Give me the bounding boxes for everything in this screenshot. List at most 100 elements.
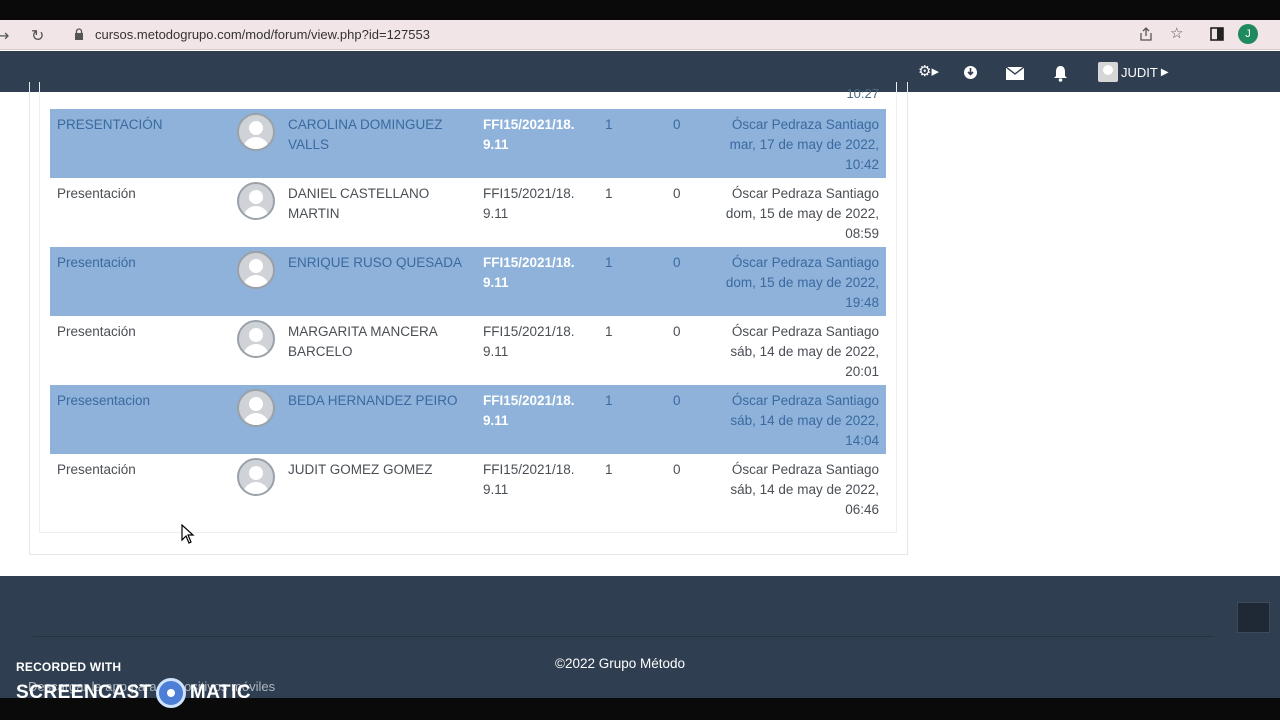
table-row[interactable]: Presesentacion BEDA HERNANDEZ PEIRO FFI15/… xyxy=(50,385,886,454)
avatar xyxy=(1098,62,1118,82)
table-row[interactable]: Presentación ENRIQUE RUSO QUESADA FFI15/20… xyxy=(50,247,886,316)
address-bar[interactable]: cursos.metodogrupo.com/mod/forum/view.ph… xyxy=(62,23,1212,47)
author-name-link[interactable]: MARGARITA MANCERA BARCELO xyxy=(288,322,468,362)
download-icon[interactable] xyxy=(963,65,978,80)
replies-count: 1 xyxy=(605,117,613,132)
last-post-date: sáb, 14 de may de 2022, xyxy=(730,413,879,428)
author-name-line1: CAROLINA DOMINGUEZ xyxy=(288,117,443,132)
author-name-line2: MARTIN xyxy=(288,206,340,221)
watermark-brand-a: SCREENCAST xyxy=(16,682,152,703)
replies-count: 1 xyxy=(605,255,613,270)
discussion-link[interactable]: Presentación xyxy=(57,253,136,273)
lock-icon xyxy=(75,28,83,40)
table-row[interactable]: PRESENTACIÓN CAROLINA DOMINGUEZ VALLS FFI15… xyxy=(50,109,886,178)
previous-row-time: 10:27 xyxy=(846,86,879,101)
group-cell: FFI15/2021/18. 9.11 xyxy=(483,184,583,224)
last-post-time: 10:42 xyxy=(845,157,879,172)
back-to-top-button[interactable] xyxy=(1237,602,1270,633)
group-line2: 9.11 xyxy=(483,137,509,152)
group-line1: FFI15/2021/18. xyxy=(483,117,575,132)
sidebar-icon[interactable] xyxy=(1210,27,1224,41)
author-name-line2: BARCELO xyxy=(288,344,353,359)
discussion-link[interactable]: Presentación xyxy=(57,184,136,204)
discussion-link[interactable]: PRESENTACIÓN xyxy=(57,115,163,135)
group-cell: FFI15/2021/18. 9.11 xyxy=(483,322,583,362)
author-avatar xyxy=(237,182,275,220)
last-post-cell[interactable]: Óscar Pedraza Santiago dom, 15 de may de … xyxy=(659,184,879,244)
last-post-time: 19:48 xyxy=(845,295,879,310)
discussion-link[interactable]: Presentación xyxy=(57,460,136,480)
gear-icon[interactable]: ⚙▸ xyxy=(918,62,939,80)
replies-count: 1 xyxy=(605,462,613,477)
last-post-author: Óscar Pedraza Santiago xyxy=(731,393,879,408)
recording-watermark: RECORDED WITH SCREENCAST MATIC xyxy=(16,660,251,708)
table-row[interactable]: Presentación DANIEL CASTELLANO MARTIN FFI15… xyxy=(50,178,886,247)
group-line1: FFI15/2021/18. xyxy=(483,393,575,408)
author-name-link[interactable]: ENRIQUE RUSO QUESADA xyxy=(288,253,468,273)
last-post-date: sáb, 14 de may de 2022, xyxy=(730,482,879,497)
last-post-cell[interactable]: Óscar Pedraza Santiago sáb, 14 de may de … xyxy=(659,322,879,382)
author-name-line1: DANIEL CASTELLANO xyxy=(288,186,430,201)
last-post-author: Óscar Pedraza Santiago xyxy=(731,462,879,477)
last-post-date: sáb, 14 de may de 2022, xyxy=(730,344,879,359)
author-name-line1: JUDIT GOMEZ GOMEZ xyxy=(288,462,433,477)
group-cell: FFI15/2021/18. 9.11 xyxy=(483,460,583,500)
last-post-cell[interactable]: Óscar Pedraza Santiago sáb, 14 de may de … xyxy=(659,460,879,520)
bell-icon[interactable] xyxy=(1053,65,1068,82)
replies-count: 1 xyxy=(605,393,613,408)
discussion-link[interactable]: Presentación xyxy=(57,322,136,342)
screen: → ↻ cursos.metodogrupo.com/mod/forum/vie… xyxy=(0,0,1280,720)
author-name-link[interactable]: BEDA HERNANDEZ PEIRO xyxy=(288,391,468,411)
mail-icon[interactable] xyxy=(1006,67,1024,80)
author-avatar xyxy=(237,389,275,427)
group-line1: FFI15/2021/18. xyxy=(483,324,575,339)
watermark-line1: RECORDED WITH xyxy=(16,660,122,674)
watermark-brand-b: MATIC xyxy=(189,682,252,703)
last-post-cell[interactable]: Óscar Pedraza Santiago dom, 15 de may de … xyxy=(659,253,879,313)
table-row[interactable]: Presentación MARGARITA MANCERA BARCELO FFI1… xyxy=(50,316,886,385)
last-post-time: 20:01 xyxy=(845,364,879,379)
profile-icon[interactable]: J xyxy=(1238,24,1258,44)
star-icon[interactable]: ☆ xyxy=(1170,24,1183,42)
group-line1: FFI15/2021/18. xyxy=(483,186,575,201)
author-name-link[interactable]: CAROLINA DOMINGUEZ VALLS xyxy=(288,115,468,155)
group-cell: FFI15/2021/18. 9.11 xyxy=(483,391,583,431)
last-post-time: 06:46 xyxy=(845,502,879,517)
record-icon xyxy=(155,678,186,708)
table-row[interactable]: Presentación JUDIT GOMEZ GOMEZ FFI15/2021/… xyxy=(50,454,886,523)
share-icon[interactable] xyxy=(1139,27,1153,41)
last-post-date: dom, 15 de may de 2022, xyxy=(725,275,879,290)
last-post-cell[interactable]: Óscar Pedraza Santiago mar, 17 de may de … xyxy=(659,115,879,175)
browser-toolbar: → ↻ cursos.metodogrupo.com/mod/forum/vie… xyxy=(0,20,1280,50)
back-arrow-icon[interactable]: → xyxy=(0,26,9,45)
watermark-line2: SCREENCAST MATIC xyxy=(16,678,251,708)
group-cell: FFI15/2021/18. 9.11 xyxy=(483,115,583,155)
author-name-link[interactable]: JUDIT GOMEZ GOMEZ xyxy=(288,460,468,480)
group-line2: 9.11 xyxy=(483,206,509,221)
last-post-author: Óscar Pedraza Santiago xyxy=(731,324,879,339)
mouse-cursor-icon xyxy=(181,524,195,544)
group-line2: 9.11 xyxy=(483,344,509,359)
caret-right-icon: ▶ xyxy=(1160,66,1169,78)
group-line2: 9.11 xyxy=(483,413,509,428)
last-post-cell[interactable]: Óscar Pedraza Santiago sáb, 14 de may de … xyxy=(659,391,879,451)
url-text: cursos.metodogrupo.com/mod/forum/view.ph… xyxy=(95,27,430,42)
author-name-line1: BEDA HERNANDEZ PEIRO xyxy=(288,393,458,408)
discussion-link[interactable]: Presesentacion xyxy=(57,391,150,411)
copyright: ©2022 Grupo Método xyxy=(555,656,686,671)
last-post-time: 14:04 xyxy=(845,433,879,448)
author-avatar xyxy=(237,251,275,289)
last-post-author: Óscar Pedraza Santiago xyxy=(731,117,879,132)
page-content: 10:27 PRESENTACIÓN CAROLINA DOMINGUEZ VALL… xyxy=(0,82,1280,576)
replies-count: 1 xyxy=(605,324,613,339)
last-post-date: dom, 15 de may de 2022, xyxy=(725,206,879,221)
author-name-line2: VALLS xyxy=(288,137,330,152)
group-line1: FFI15/2021/18. xyxy=(483,255,575,270)
user-menu[interactable]: JUDIT ▶ xyxy=(1098,62,1169,82)
menu-icon[interactable]: ⋮ xyxy=(1274,25,1280,43)
last-post-date: mar, 17 de may de 2022, xyxy=(729,137,879,152)
author-name-link[interactable]: DANIEL CASTELLANO MARTIN xyxy=(288,184,468,224)
author-name-line1: MARGARITA MANCERA xyxy=(288,324,438,339)
group-cell: FFI15/2021/18. 9.11 xyxy=(483,253,583,293)
reload-icon[interactable]: ↻ xyxy=(31,26,44,45)
